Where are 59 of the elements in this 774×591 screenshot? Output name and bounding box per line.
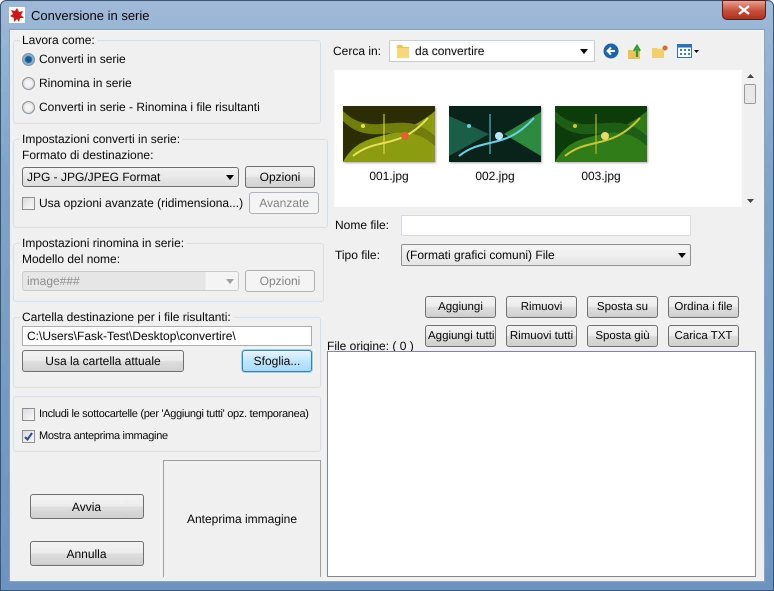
dropdown-arrow-icon — [226, 278, 234, 284]
new-folder-icon[interactable] — [651, 44, 670, 58]
options-button[interactable]: Opzioni — [245, 166, 315, 188]
radio-label: Rinomina in serie — [39, 76, 132, 90]
view-menu-icon[interactable] — [677, 44, 700, 58]
folder-dropdown[interactable]: da convertire — [389, 40, 596, 62]
browse-button[interactable]: Sfoglia... — [242, 350, 312, 372]
group-title: Cartella destinazione per i file risultanti: — [21, 310, 232, 324]
close-button[interactable] — [722, 0, 766, 20]
format-dropdown[interactable]: JPG - JPG/JPEG Format — [22, 167, 239, 187]
list-action-button[interactable]: Aggiungi — [425, 296, 496, 318]
dropdown-arrow-icon — [678, 252, 686, 258]
checkbox-label: Usa opzioni avanzate (ridimensiona...) — [39, 196, 244, 210]
checkbox-label: Includi le sottocartelle (per 'Aggiungi tutti' opz. temporanea) — [39, 408, 309, 420]
radio-button[interactable] — [22, 52, 35, 66]
radio-button[interactable] — [22, 76, 35, 90]
destination-path-field[interactable]: C:\Users\Fask-Test\Desktop\convertire\ — [22, 326, 312, 346]
file-type-dropdown[interactable]: (Formati grafici comuni) File — [401, 244, 691, 266]
field-label: Formato di destinazione: — [22, 148, 154, 162]
folder-icon — [396, 43, 410, 59]
list-action-button[interactable]: Sposta su — [587, 296, 658, 318]
list-action-button[interactable]: Aggiungi tutti — [425, 325, 496, 347]
field-label: Modello del nome: — [22, 252, 122, 266]
radio-label: Converti in serie - Rinomina i file risultanti — [39, 100, 260, 114]
back-icon[interactable] — [603, 43, 620, 59]
group-title: Lavora come: — [21, 33, 96, 47]
file-name-label[interactable]: 001.jpg — [369, 169, 409, 183]
list-action-button[interactable]: Rimuovi tutti — [506, 325, 577, 347]
scrollbar-thumb[interactable] — [744, 84, 756, 104]
field-label: Tipo file: — [335, 248, 381, 262]
start-button[interactable]: Avvia — [30, 494, 144, 519]
file-name-field[interactable] — [401, 214, 691, 236]
cancel-button[interactable]: Annulla — [30, 541, 144, 566]
checkbox[interactable] — [22, 430, 35, 442]
scroll-up-icon[interactable] — [746, 74, 754, 78]
radio-label: Converti in serie — [39, 52, 126, 66]
list-action-button[interactable]: Carica TXT — [668, 325, 739, 347]
file-name-label[interactable]: 002.jpg — [475, 169, 515, 183]
list-action-button[interactable]: Ordina i file — [668, 296, 739, 318]
file-name-label[interactable]: 003.jpg — [581, 169, 621, 183]
checkbox[interactable] — [22, 408, 35, 420]
scroll-down-icon[interactable] — [746, 199, 754, 203]
use-current-folder-button[interactable]: Usa la cartella attuale — [22, 350, 184, 372]
list-action-button[interactable]: Rimuovi — [506, 296, 577, 318]
list-action-button[interactable]: Sposta giù — [587, 325, 658, 347]
preview-label: Anteprima immagine — [186, 512, 298, 526]
close-icon — [738, 5, 750, 15]
checkbox[interactable] — [22, 196, 35, 210]
up-folder-icon[interactable] — [627, 42, 644, 60]
app-logo-icon — [9, 7, 25, 23]
window-title: Conversione in serie — [31, 8, 150, 22]
radio-button[interactable] — [22, 100, 35, 114]
checkbox-label: Mostra anteprima immagine — [39, 430, 168, 442]
field-label: Nome file: — [335, 218, 390, 232]
dropdown-arrow-icon — [226, 174, 234, 180]
group-title: Impostazioni rinomina in serie: — [21, 236, 186, 250]
look-in-label: Cerca in: — [333, 44, 382, 58]
dropdown-arrow-icon — [580, 48, 588, 54]
group-title: Impostazioni converti in serie: — [21, 132, 182, 146]
